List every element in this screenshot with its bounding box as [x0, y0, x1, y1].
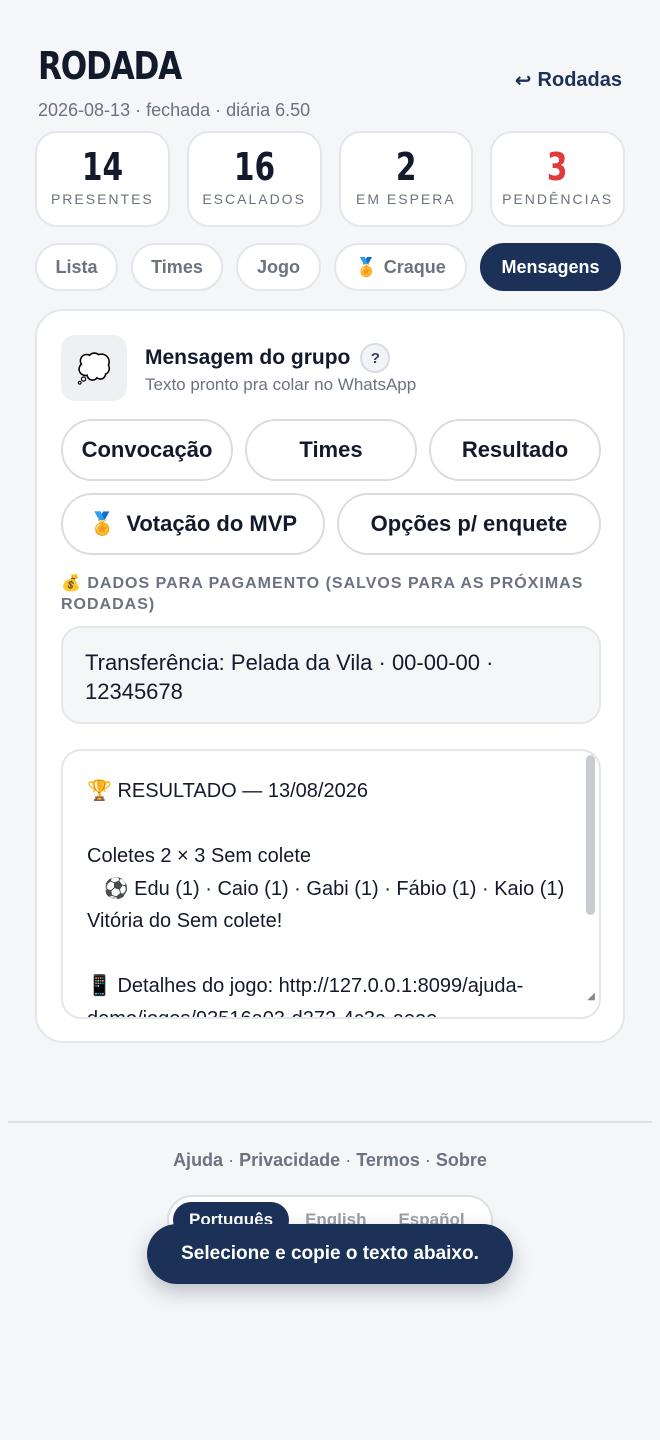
stat-value: 16: [233, 145, 275, 189]
stat-label: EM ESPERA: [356, 191, 456, 207]
footer-link-ajuda[interactable]: Ajuda: [173, 1150, 223, 1170]
stat-presentes: 14 PRESENTES: [35, 131, 170, 227]
message-textarea[interactable]: 🏆 RESULTADO — 13/08/2026 Coletes 2 × 3 S…: [61, 749, 601, 1019]
message-line: [87, 938, 559, 971]
tab-jogo[interactable]: Jogo: [236, 243, 321, 291]
separator: ·: [228, 1150, 235, 1170]
message-line: 📱 Detalhes do jogo: http://127.0.0.1:809…: [87, 975, 524, 997]
footer-links: Ajuda · Privacidade · Termos · Sobre: [0, 1150, 660, 1171]
speech-bubble-icon: 💭: [61, 335, 127, 401]
stat-label: PENDÊNCIAS: [502, 191, 614, 207]
stat-pendencias: 3 PENDÊNCIAS: [490, 131, 625, 227]
card-title-text: Mensagem do grupo: [145, 346, 351, 369]
tab-label: Craque: [383, 256, 446, 277]
medal-icon: 🏅: [355, 256, 378, 277]
stat-label: PRESENTES: [50, 191, 154, 207]
round-info: 2026-08-13 · fechada · diária 6.50: [38, 100, 311, 120]
stat-value: 14: [81, 145, 123, 189]
tab-times[interactable]: Times: [131, 243, 223, 291]
message-line: Coletes 2 × 3 Sem colete: [87, 845, 312, 867]
button-label: Votação do MVP: [126, 511, 298, 536]
stat-em-espera: 2 EM ESPERA: [338, 131, 474, 227]
tab-mensagens[interactable]: Mensagens: [480, 243, 621, 291]
message-line: Vitória do Sem colete!: [87, 910, 283, 932]
back-link-label: Rodadas: [537, 69, 622, 91]
card-subtitle: Texto pronto pra colar no WhatsApp: [145, 375, 417, 394]
footer-divider: [8, 1121, 652, 1123]
message-line: ⚽ Edu (1) · Caio (1) · Gabi (1) · Fábio …: [87, 877, 565, 900]
message-line: [87, 808, 559, 841]
return-arrow-icon: ↩: [514, 70, 532, 92]
convocacao-button[interactable]: Convocação: [61, 419, 233, 481]
resultado-button[interactable]: Resultado: [429, 419, 601, 481]
tab-lista[interactable]: Lista: [35, 243, 118, 291]
tab-craque[interactable]: 🏅 Craque: [334, 243, 467, 291]
stats-row: 14 PRESENTES 16 ESCALADOS 2 EM ESPERA 3 …: [35, 131, 625, 227]
page-title: RODADA: [38, 44, 182, 88]
payment-label-text: DADOS PARA PAGAMENTO (SALVOS PARA AS PRÓ…: [61, 575, 584, 613]
payment-data-label: 💰 DADOS PARA PAGAMENTO (SALVOS PARA AS P…: [61, 573, 601, 615]
scrollbar[interactable]: [586, 755, 595, 915]
toast-notification: Selecione e copie o texto abaixo.: [147, 1224, 513, 1284]
poll-options-button[interactable]: Opções p/ enquete: [337, 493, 601, 555]
mvp-vote-button[interactable]: 🏅 Votação do MVP: [61, 493, 325, 555]
footer-link-sobre[interactable]: Sobre: [436, 1150, 487, 1170]
stat-escalados: 16 ESCALADOS: [186, 131, 322, 227]
help-icon[interactable]: ?: [360, 343, 391, 373]
separator: ·: [424, 1150, 431, 1170]
footer-link-termos[interactable]: Termos: [356, 1150, 420, 1170]
message-text: 🏆 RESULTADO — 13/08/2026 Coletes 2 × 3 S…: [87, 775, 565, 1019]
message-card: 💭 Mensagem do grupo ? Texto pronto pra c…: [35, 309, 625, 1043]
stat-label: ESCALADOS: [202, 191, 306, 207]
resize-handle-icon[interactable]: ◢: [587, 981, 595, 1014]
round-tabs: Lista Times Jogo 🏅 Craque Mensagens: [35, 243, 621, 291]
money-bag-icon: 💰: [61, 575, 82, 592]
page-header: RODADA 2026-08-13 · fechada · diária 6.5…: [38, 44, 622, 124]
message-line: demo/jogos/93516a03-d272-4c3a-aeee-: [87, 1007, 444, 1019]
back-to-rounds-link[interactable]: ↩ Rodadas: [515, 68, 622, 93]
payment-data-input[interactable]: Transferência: Pelada da Vila · 00-00-00…: [61, 626, 601, 724]
medal-icon: 🏅: [88, 511, 117, 536]
card-title: Mensagem do grupo ?: [145, 343, 391, 373]
footer-link-privacidade[interactable]: Privacidade: [239, 1150, 340, 1170]
stat-value: 2: [395, 145, 417, 189]
times-message-button[interactable]: Times: [245, 419, 417, 481]
message-line: 🏆 RESULTADO — 13/08/2026: [87, 780, 368, 802]
card-header: 💭 Mensagem do grupo ? Texto pronto pra c…: [61, 335, 599, 403]
separator: ·: [345, 1150, 352, 1170]
stat-value: 3: [547, 145, 568, 189]
